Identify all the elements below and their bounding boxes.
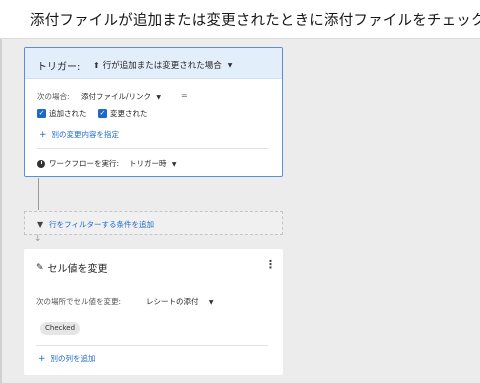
divider <box>36 345 268 346</box>
person-upload-icon: ⬆ <box>93 60 100 70</box>
plus-icon: + <box>38 353 46 364</box>
value-chip[interactable]: Checked <box>40 322 81 335</box>
flow-connector <box>38 178 39 210</box>
run-workflow-value: トリガー時 <box>129 159 167 168</box>
checkbox-changed[interactable]: ✓ 変更された <box>98 108 148 119</box>
checkbox-checked-icon: ✓ <box>98 109 107 118</box>
kebab-menu-icon[interactable]: ⋮ <box>265 259 276 270</box>
caret-down-icon: ▼ <box>171 161 177 168</box>
checkbox-checked-icon: ✓ <box>37 109 46 118</box>
caret-down-icon: ▼ <box>227 61 233 69</box>
run-workflow-label: ワークフローを実行: <box>49 159 120 168</box>
trigger-header: トリガー: ⬆ 行が追加または変更された場合 ▼ <box>25 48 282 79</box>
add-change-condition-link[interactable]: + 別の変更内容を指定 <box>39 129 119 140</box>
checkbox-added-label: 追加された <box>49 109 87 118</box>
canvas-edge <box>0 39 2 383</box>
destination-column-value: レシートの添付 <box>146 297 199 306</box>
trigger-label: トリガー: <box>37 62 81 73</box>
action-card[interactable]: ✎ セル値を変更 ⋮ 次の場所でセル値を変更: レシートの添付 ▼ Checke… <box>24 249 283 375</box>
divider <box>37 148 269 149</box>
run-workflow-row: ワークフローを実行: トリガー時 ▼ <box>37 158 177 169</box>
checkbox-added[interactable]: ✓ 追加された <box>37 108 87 119</box>
add-column-label: 別の列を追加 <box>50 354 96 363</box>
arrow-down-icon: ↓ <box>34 234 42 244</box>
checkbox-changed-label: 変更された <box>110 109 148 118</box>
destination-column-dropdown[interactable]: レシートの添付 ▼ <box>146 296 214 307</box>
destination-label: 次の場所でセル値を変更: <box>36 297 122 306</box>
add-filter-box[interactable]: ▼ 行をフィルターする条件を追加 <box>24 211 283 235</box>
add-change-condition-label: 別の変更内容を指定 <box>51 130 120 139</box>
caret-down-icon: ▼ <box>156 94 162 101</box>
condition-label: 次の場合: <box>37 92 70 101</box>
action-title: ✎ セル値を変更 <box>36 260 108 276</box>
pencil-icon: ✎ <box>36 262 44 273</box>
funnel-icon: ▼ <box>37 220 44 229</box>
add-column-link[interactable]: + 別の列を追加 <box>38 353 96 364</box>
add-filter-link[interactable]: ▼ 行をフィルターする条件を追加 <box>37 219 154 230</box>
add-filter-label: 行をフィルターする条件を追加 <box>49 220 155 229</box>
condition-field-value: 添付ファイル/リンク <box>81 92 152 101</box>
run-workflow-dropdown[interactable]: トリガー時 ▼ <box>129 158 177 169</box>
action-title-label: セル値を変更 <box>47 264 108 275</box>
clock-icon <box>37 159 45 168</box>
workflow-header: 添付ファイルが追加または変更されたときに添付ファイルをチェック <box>0 0 480 39</box>
condition-operator: = <box>181 91 188 100</box>
workflow-title[interactable]: 添付ファイルが追加または変更されたときに添付ファイルをチェック <box>30 9 480 30</box>
plus-icon: + <box>39 129 47 140</box>
caret-down-icon: ▼ <box>208 299 214 306</box>
trigger-type-dropdown[interactable]: ⬆ 行が追加または変更された場合 ▼ <box>93 59 233 72</box>
trigger-type-value: 行が追加または変更された場合 <box>102 61 222 71</box>
trigger-card[interactable]: トリガー: ⬆ 行が追加または変更された場合 ▼ 次の場合: 添付ファイル/リン… <box>24 47 283 177</box>
condition-field-dropdown[interactable]: 添付ファイル/リンク ▼ <box>81 91 161 102</box>
